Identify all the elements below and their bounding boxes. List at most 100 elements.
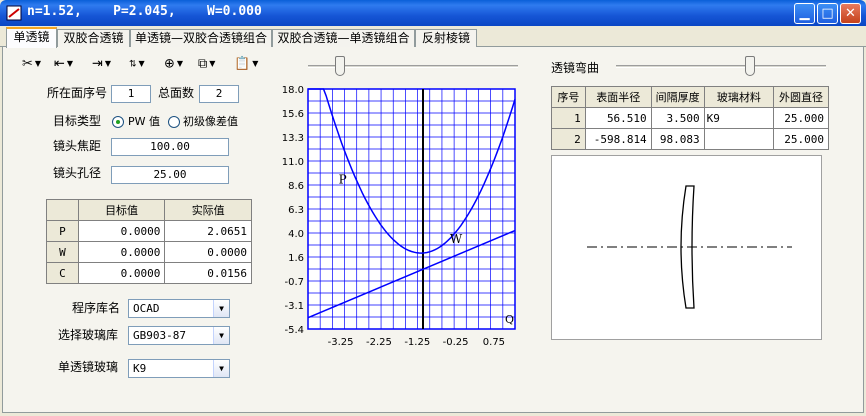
- bend-label: 透镜弯曲: [551, 61, 600, 75]
- align-left-icon: ⇤: [54, 56, 65, 72]
- surface-index-field[interactable]: 1: [111, 85, 151, 103]
- radio-primary-label: 初级像差值: [183, 115, 238, 128]
- table-row[interactable]: P 0.0000 2.0651: [46, 220, 252, 242]
- glass-lib-value: GB903-87: [133, 329, 186, 342]
- close-button[interactable]: ✕: [840, 3, 861, 24]
- close-icon: ✕: [845, 6, 856, 21]
- tab-prism[interactable]: 反射棱镜: [415, 29, 477, 47]
- maximize-button[interactable]: □: [817, 3, 838, 24]
- row-actual: 0.0156: [164, 262, 252, 284]
- surface-diameter[interactable]: 25.000: [773, 107, 829, 129]
- y-tick-label: 18.0: [282, 85, 304, 96]
- surface-radius[interactable]: 56.510: [584, 107, 652, 129]
- surface-table: 序号 表面半径 间隔厚度 玻璃材料 外圆直径 1 56.510 3.500 K9…: [551, 86, 829, 150]
- chart-slider-thumb[interactable]: [335, 56, 345, 76]
- bend-slider-thumb[interactable]: [745, 56, 755, 76]
- align-left-button[interactable]: ⇤ ▼: [54, 55, 73, 73]
- paste-button[interactable]: 📋 ▼: [234, 55, 258, 73]
- y-tick-label: 15.6: [282, 109, 304, 120]
- cut-button[interactable]: ✂ ▼: [22, 55, 41, 73]
- surface-header-thickness: 间隔厚度: [650, 86, 705, 108]
- tab-doublet-single[interactable]: 双胶合透镜—单透镜组合: [272, 29, 415, 47]
- aperture-field[interactable]: 25.00: [111, 166, 229, 184]
- table-row[interactable]: 1 56.510 3.500 K9 25.000: [551, 107, 829, 129]
- radio-primary[interactable]: [168, 116, 180, 128]
- chevron-down-icon: ▼: [104, 59, 112, 68]
- surface-header-diameter: 外圆直径: [773, 86, 829, 108]
- focal-field[interactable]: 100.00: [111, 138, 229, 156]
- surface-thickness[interactable]: 98.083: [650, 128, 705, 150]
- table-row[interactable]: 2 -598.814 98.083 25.000: [551, 128, 829, 150]
- row-target[interactable]: 0.0000: [77, 262, 166, 284]
- series-p-label: P: [339, 172, 347, 186]
- app-icon: [6, 5, 22, 21]
- y-tick-label: -3.1: [284, 301, 304, 312]
- lens-glass-value: K9: [133, 362, 147, 375]
- chevron-down-icon: ▼: [34, 59, 42, 68]
- row-name: P: [46, 220, 79, 242]
- surface-diameter[interactable]: 25.000: [773, 128, 829, 150]
- window-title: n=1.52, P=2.045, W=0.000: [27, 4, 262, 19]
- chevron-down-icon[interactable]: ▼: [213, 327, 229, 344]
- glass-lib-select[interactable]: GB903-87 ▼: [128, 326, 230, 345]
- row-target[interactable]: 0.0000: [77, 220, 166, 242]
- radio-pw-label: PW 值: [128, 115, 161, 128]
- row-name: C: [46, 262, 79, 284]
- x-tick-label: -1.25: [404, 337, 430, 348]
- row-actual: 2.0651: [164, 220, 252, 242]
- y-tick-label: 4.0: [288, 229, 304, 240]
- zoom-button[interactable]: ⊕ ▼: [164, 55, 183, 73]
- y-tick-label: -5.4: [284, 325, 304, 336]
- x-tick-label: -2.25: [366, 337, 392, 348]
- tab-single-lens[interactable]: 单透镜: [6, 27, 57, 48]
- chevron-down-icon: ▼: [138, 59, 145, 68]
- tab-single-doublet[interactable]: 单透镜—双胶合透镜组合: [130, 29, 272, 47]
- surface-no: 2: [551, 128, 586, 150]
- focal-label: 镜头焦距: [53, 139, 102, 153]
- surface-header-no: 序号: [551, 86, 586, 108]
- surface-header-glass: 玻璃材料: [703, 86, 775, 108]
- target-type-label: 目标类型: [53, 114, 102, 128]
- tab-strip: 单透镜 双胶合透镜 单透镜—双胶合透镜组合 双胶合透镜—单透镜组合 反射棱镜: [0, 27, 866, 48]
- row-actual: 0.0000: [164, 241, 252, 263]
- surface-index-label: 所在面序号: [47, 86, 108, 100]
- sort-button[interactable]: ⇅ ▼: [129, 55, 145, 73]
- chart-grid: [307, 88, 516, 330]
- copy-button[interactable]: ⧉ ▼: [198, 55, 215, 73]
- lens-glass-select[interactable]: K9 ▼: [128, 359, 230, 378]
- y-tick-label: 6.3: [288, 205, 304, 216]
- chevron-down-icon[interactable]: ▼: [213, 300, 229, 317]
- copy-icon: ⧉: [198, 56, 208, 72]
- surface-total-label: 总面数: [158, 86, 195, 100]
- y-tick-label: 8.6: [288, 181, 304, 192]
- surface-no: 1: [551, 107, 586, 129]
- library-label: 程序库名: [72, 301, 121, 315]
- sort-icon: ⇅: [129, 59, 137, 70]
- zoom-icon: ⊕: [164, 56, 175, 72]
- surface-glass[interactable]: [703, 128, 775, 150]
- surface-radius[interactable]: -598.814: [584, 128, 652, 150]
- surface-glass[interactable]: K9: [703, 107, 775, 129]
- title-bar[interactable]: n=1.52, P=2.045, W=0.000 ▁ □ ✕: [0, 0, 866, 26]
- align-right-button[interactable]: ⇥ ▼: [92, 55, 111, 73]
- bend-slider-track[interactable]: [616, 65, 826, 68]
- library-select[interactable]: OCAD ▼: [128, 299, 230, 318]
- minimize-button[interactable]: ▁: [794, 3, 815, 24]
- radio-pw[interactable]: [112, 116, 124, 128]
- row-target[interactable]: 0.0000: [77, 241, 166, 263]
- aperture-label: 镜头孔径: [53, 166, 102, 180]
- y-tick-label: 13.3: [282, 133, 304, 144]
- y-tick-label: -0.7: [284, 277, 304, 288]
- chevron-down-icon[interactable]: ▼: [213, 360, 229, 377]
- tab-doublet[interactable]: 双胶合透镜: [57, 29, 130, 47]
- table-row[interactable]: W 0.0000 0.0000: [46, 241, 252, 263]
- table-row[interactable]: C 0.0000 0.0156: [46, 262, 252, 284]
- surface-total-field[interactable]: 2: [199, 85, 239, 103]
- y-tick-label: 11.0: [282, 157, 304, 168]
- glass-lib-label: 选择玻璃库: [58, 328, 119, 342]
- surface-thickness[interactable]: 3.500: [650, 107, 705, 129]
- results-header-actual: 实际值: [164, 199, 252, 221]
- library-value: OCAD: [133, 302, 160, 315]
- x-tick-label: -0.25: [443, 337, 469, 348]
- surface-header-radius: 表面半径: [584, 86, 652, 108]
